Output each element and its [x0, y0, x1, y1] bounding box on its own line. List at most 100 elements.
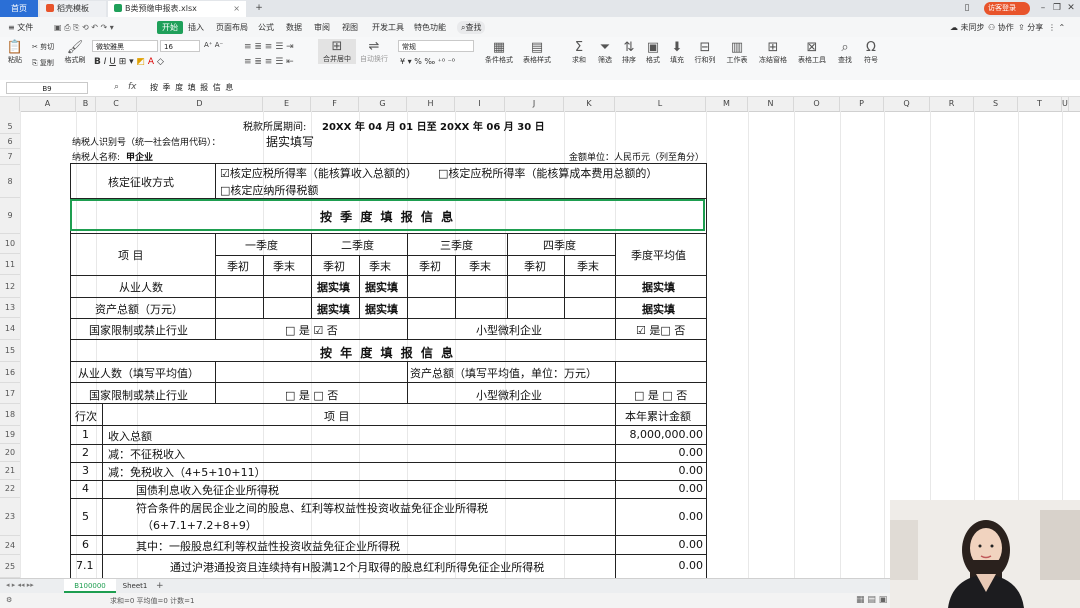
- row-col-button[interactable]: ⊟ 行和列: [688, 40, 722, 65]
- menu-file[interactable]: ≡ 文件: [8, 21, 33, 34]
- row-header-22[interactable]: 22: [0, 480, 20, 498]
- text-style-buttons[interactable]: B I U ⊞ ▾ ◩ A ◇: [94, 57, 164, 67]
- row-header-12[interactable]: 12: [0, 275, 20, 298]
- row-header-23[interactable]: 23: [0, 498, 20, 536]
- column-header-k[interactable]: K: [564, 97, 615, 111]
- fx-icon[interactable]: fx: [128, 82, 137, 92]
- line-amount[interactable]: 0.00: [679, 464, 704, 477]
- row-header-6[interactable]: 6: [0, 134, 20, 149]
- number-format-select[interactable]: 常规: [398, 40, 474, 52]
- column-header-u[interactable]: U: [1062, 97, 1069, 111]
- symbol-button[interactable]: Ω 符号: [854, 40, 888, 65]
- row-header-15[interactable]: 15: [0, 340, 20, 362]
- column-header-c[interactable]: C: [96, 97, 137, 111]
- menu-page-layout[interactable]: 页面布局: [216, 21, 248, 34]
- panel-icon[interactable]: ▯: [960, 2, 974, 14]
- select-all-corner[interactable]: [0, 97, 20, 111]
- column-header-b[interactable]: B: [76, 97, 96, 111]
- line-amount[interactable]: 0.00: [679, 446, 704, 459]
- line-amount[interactable]: 8,000,000.00: [630, 428, 703, 441]
- zoom-icon[interactable]: ⌕: [114, 82, 119, 92]
- share-button[interactable]: ⇪ 分享: [1018, 21, 1043, 34]
- collaborate-button[interactable]: ⚇ 协作: [988, 21, 1014, 34]
- row-header-24[interactable]: 24: [0, 536, 20, 555]
- menu-search[interactable]: ⌕查找: [457, 21, 486, 34]
- row-header-16[interactable]: 16: [0, 362, 20, 383]
- sync-status[interactable]: ☁ 未同步: [950, 21, 985, 34]
- row-header-25[interactable]: 25: [0, 555, 20, 578]
- wrap-text-button[interactable]: ⇌ 自动换行: [358, 39, 390, 64]
- minimize-icon[interactable]: –: [1036, 2, 1050, 14]
- conditional-format-button[interactable]: ▦ 条件格式: [482, 40, 516, 65]
- column-header-s[interactable]: S: [974, 97, 1018, 111]
- row-header-19[interactable]: 19: [0, 426, 20, 444]
- column-header-h[interactable]: H: [407, 97, 455, 111]
- tab-home[interactable]: 首页: [0, 0, 38, 17]
- font-size-select[interactable]: 16: [160, 40, 200, 52]
- column-header-o[interactable]: O: [794, 97, 840, 111]
- cut-button[interactable]: ✂ 剪切: [32, 42, 54, 52]
- menu-developer[interactable]: 开发工具: [372, 21, 404, 34]
- copy-button[interactable]: ⎘ 复制: [32, 58, 54, 68]
- sheet-nav-icons[interactable]: ◂ ▸ ◂◂ ▸▸: [6, 581, 34, 589]
- new-tab-icon[interactable]: +: [252, 2, 266, 14]
- freeze-panes-button[interactable]: ⊞ 冻结窗格: [754, 40, 792, 65]
- column-header-m[interactable]: M: [706, 97, 748, 111]
- menu-special[interactable]: 特色功能: [414, 21, 446, 34]
- column-header-j[interactable]: J: [505, 97, 564, 111]
- column-header-e[interactable]: E: [263, 97, 311, 111]
- row-header-8[interactable]: 8: [0, 165, 20, 198]
- column-header-p[interactable]: P: [840, 97, 884, 111]
- add-sheet-icon[interactable]: +: [156, 579, 164, 593]
- row-header-9[interactable]: 9: [0, 198, 20, 234]
- column-header-i[interactable]: I: [455, 97, 505, 111]
- line-amount[interactable]: 0.00: [679, 538, 704, 551]
- menu-insert[interactable]: 插入: [188, 21, 204, 34]
- menu-review[interactable]: 审阅: [314, 21, 330, 34]
- line-amount[interactable]: 0.00: [679, 559, 704, 572]
- row-header-18[interactable]: 18: [0, 404, 20, 426]
- close-window-icon[interactable]: ✕: [1064, 2, 1078, 14]
- menu-formulas[interactable]: 公式: [258, 21, 274, 34]
- quick-access-icons[interactable]: ▣ ⎙ ⎘ ⟲ ↶ ↷ ▾: [54, 21, 114, 34]
- row-header-21[interactable]: 21: [0, 462, 20, 480]
- font-size-buttons[interactable]: A⁺ A⁻: [204, 41, 223, 49]
- more-icon[interactable]: ⋮ ⌃: [1048, 21, 1065, 34]
- row-header-13[interactable]: 13: [0, 298, 20, 318]
- format-painter-button[interactable]: 🖌 格式刷: [58, 40, 92, 65]
- line-amount[interactable]: 0.00: [679, 510, 704, 523]
- column-header-g[interactable]: G: [359, 97, 407, 111]
- row-header-10[interactable]: 10: [0, 234, 20, 254]
- restore-icon[interactable]: ❐: [1050, 2, 1064, 14]
- line-amount[interactable]: 0.00: [679, 482, 704, 495]
- column-header-f[interactable]: F: [311, 97, 359, 111]
- tab-workbook[interactable]: B类预缴申报表.xlsx ×: [108, 1, 246, 17]
- sheet-tab-sheet1[interactable]: Sheet1: [118, 579, 152, 593]
- column-header-r[interactable]: R: [930, 97, 974, 111]
- column-header-q[interactable]: Q: [884, 97, 930, 111]
- column-header-t[interactable]: T: [1018, 97, 1062, 111]
- formula-input[interactable]: 按 季 度 填 报 信 息: [150, 82, 234, 93]
- column-header-a[interactable]: A: [20, 97, 76, 111]
- menu-data[interactable]: 数据: [286, 21, 302, 34]
- column-header-n[interactable]: N: [748, 97, 794, 111]
- alignment-icons-bottom[interactable]: ≡ ≣ ≡ ☰ ⇤: [244, 57, 294, 67]
- menu-home[interactable]: 开始: [157, 21, 183, 34]
- number-format-icons[interactable]: ¥ ▾ % ‰ ⁺⁰ ⁻⁰: [400, 57, 455, 66]
- font-name-select[interactable]: 微软雅黑: [92, 40, 158, 52]
- view-mode-icons[interactable]: ▦ ▤ ▣: [856, 595, 887, 605]
- name-box[interactable]: B9: [6, 82, 88, 94]
- row-header-5[interactable]: 5: [0, 120, 20, 134]
- row-header-7[interactable]: 7: [0, 149, 20, 165]
- table-style-button[interactable]: ▤ 表格样式: [520, 40, 554, 65]
- merge-center-button[interactable]: ⊞ 合并居中: [318, 39, 356, 64]
- close-icon[interactable]: ×: [233, 1, 240, 17]
- tab-docer-templates[interactable]: 稻壳模板: [40, 1, 106, 17]
- row-header-17[interactable]: 17: [0, 383, 20, 404]
- user-badge[interactable]: 访客登录: [984, 2, 1030, 15]
- row-header-14[interactable]: 14: [0, 318, 20, 340]
- column-header-d[interactable]: D: [137, 97, 263, 111]
- menu-view[interactable]: 视图: [342, 21, 358, 34]
- row-header-11[interactable]: 11: [0, 254, 20, 275]
- worksheet-button[interactable]: ▥ 工作表: [720, 40, 754, 65]
